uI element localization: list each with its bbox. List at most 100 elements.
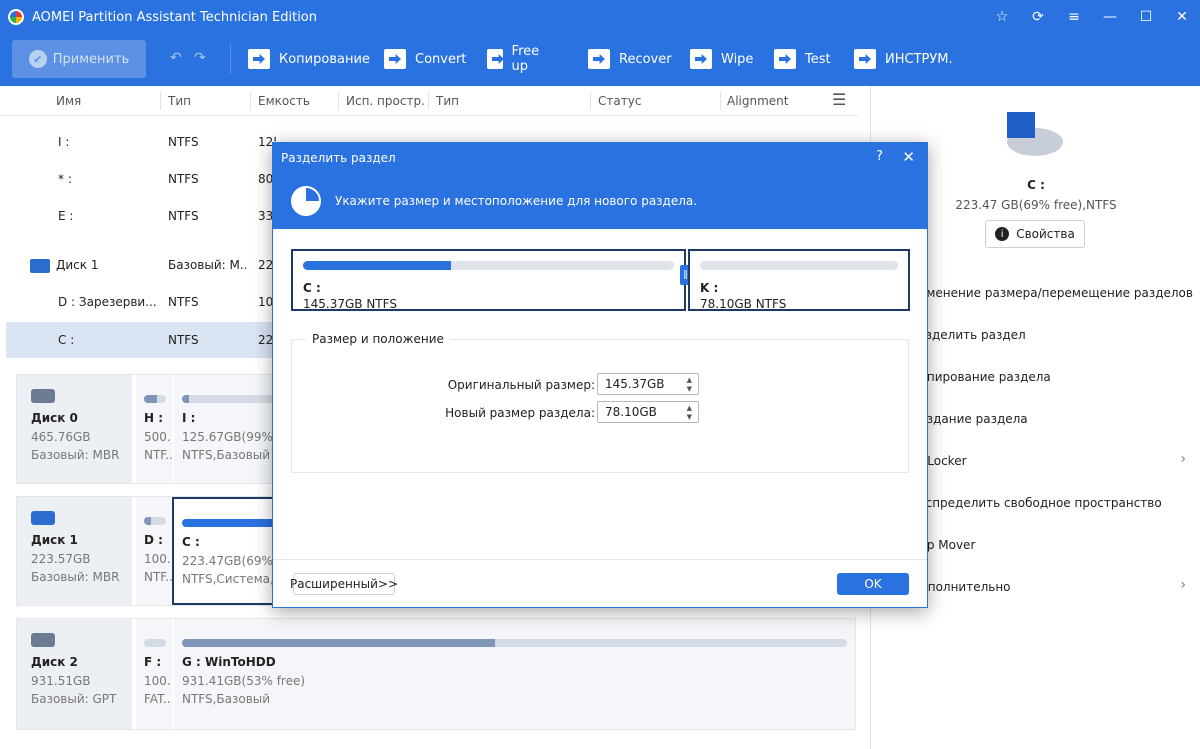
disk-name: Диск 2 bbox=[31, 655, 78, 669]
table-header: Имя Тип Емкость Исп. простр. Тип Статус … bbox=[0, 86, 858, 116]
row-type: NTFS bbox=[168, 333, 199, 347]
toolbar-test-label: Test bbox=[805, 51, 831, 67]
toolbar-tools-label: ИНСТРУМ. bbox=[885, 51, 953, 67]
help-icon[interactable]: ? bbox=[876, 149, 883, 164]
row-type: NTFS bbox=[168, 209, 199, 223]
usage-fill bbox=[144, 517, 151, 525]
undo-icon[interactable]: ↶ bbox=[170, 50, 182, 66]
recover-icon bbox=[588, 49, 610, 69]
menu-icon[interactable]: ≡ bbox=[1056, 0, 1092, 34]
split-partition-dialog: Разделить раздел ? ✕ Укажите размер и ме… bbox=[272, 142, 928, 608]
disk-type: Базовый: MBR bbox=[31, 570, 120, 584]
redo-icon[interactable]: ↷ bbox=[194, 50, 206, 66]
star-icon[interactable]: ☆ bbox=[984, 0, 1020, 34]
original-size-stepper[interactable]: 145.37GB ▲ ▼ bbox=[597, 373, 699, 395]
col-divider bbox=[160, 92, 161, 110]
windows-logo-icon bbox=[1007, 112, 1035, 138]
new-size-label: Новый размер раздела: bbox=[445, 406, 595, 420]
refresh-icon[interactable]: ⟳ bbox=[1020, 0, 1056, 34]
toolbar-free-up[interactable]: Free up bbox=[487, 38, 546, 80]
toolbar-wipe[interactable]: Wipe bbox=[690, 38, 753, 80]
stepper-down-icon[interactable]: ▼ bbox=[687, 413, 692, 421]
partition-name: F : bbox=[144, 655, 162, 669]
usage-fill bbox=[303, 261, 452, 270]
stepper-down-icon[interactable]: ▼ bbox=[687, 385, 692, 393]
new-size-stepper[interactable]: 78.10GB ▲ ▼ bbox=[597, 401, 699, 423]
partition-k-box[interactable]: K : 78.10GB NTFS bbox=[688, 249, 910, 311]
op-create[interactable]: Создание раздела bbox=[911, 412, 1028, 426]
col-used[interactable]: Исп. простр. bbox=[346, 94, 425, 108]
copy-icon bbox=[248, 49, 270, 69]
row-type: NTFS bbox=[168, 172, 199, 186]
partition-block[interactable]: H : 500... NTF... bbox=[134, 375, 172, 483]
wipe-icon bbox=[690, 49, 712, 69]
toolbar-tools[interactable]: ИНСТРУМ. bbox=[854, 38, 953, 80]
partition-block[interactable]: G : WinToHDD 931.41GB(53% free) NTFS,Баз… bbox=[172, 619, 855, 729]
properties-button[interactable]: i Свойства bbox=[985, 220, 1085, 248]
partition-size: 100... bbox=[144, 674, 172, 688]
convert-icon bbox=[384, 49, 406, 69]
op-split[interactable]: Разделить раздел bbox=[911, 328, 1026, 342]
toolbar-convert-label: Convert bbox=[415, 51, 467, 67]
stepper-up-icon[interactable]: ▲ bbox=[687, 404, 692, 412]
row-type: NTFS bbox=[168, 135, 199, 149]
usage-fill bbox=[182, 639, 495, 647]
partition-name: D : bbox=[144, 533, 163, 547]
partition-block[interactable]: F : 100... FAT... bbox=[134, 619, 172, 729]
disk-name: Диск 1 bbox=[31, 533, 78, 547]
toolbar-divider bbox=[230, 44, 231, 74]
usage-bar bbox=[144, 517, 166, 525]
partition-c-box[interactable]: C : 145.37GB NTFS bbox=[291, 249, 686, 311]
col-alignment[interactable]: Alignment bbox=[727, 94, 788, 108]
row-name: * : bbox=[58, 172, 72, 186]
col-ptype[interactable]: Тип bbox=[436, 94, 459, 108]
stepper-up-icon[interactable]: ▲ bbox=[687, 376, 692, 384]
chevron-right-icon[interactable]: › bbox=[1180, 451, 1186, 467]
row-capacity: 33 bbox=[258, 209, 274, 223]
col-name[interactable]: Имя bbox=[56, 94, 81, 108]
usage-fill bbox=[182, 395, 189, 403]
apply-label: Применить bbox=[52, 51, 130, 67]
close-window-icon[interactable]: ✕ bbox=[1164, 0, 1200, 34]
col-capacity[interactable]: Емкость bbox=[258, 94, 310, 108]
row-name: E : bbox=[58, 209, 74, 223]
usage-fill bbox=[144, 395, 158, 403]
op-copy[interactable]: Копирование раздела bbox=[911, 370, 1051, 384]
maximize-icon[interactable]: ☐ bbox=[1128, 0, 1164, 34]
op-resize-move[interactable]: Изменение размера/перемещение разделов bbox=[911, 286, 1193, 300]
partition-name: K : bbox=[700, 281, 719, 295]
col-type[interactable]: Тип bbox=[168, 94, 191, 108]
hdd-icon bbox=[31, 389, 55, 403]
col-status[interactable]: Статус bbox=[598, 94, 641, 108]
usage-bar bbox=[144, 395, 166, 403]
toolbar-wipe-label: Wipe bbox=[721, 51, 754, 67]
size-position-group: Размер и положение Оригинальный размер: … bbox=[291, 332, 909, 473]
row-capacity: 22 bbox=[258, 258, 274, 272]
columns-menu-icon[interactable]: ☰ bbox=[832, 90, 846, 109]
toolbar-recover[interactable]: Recover bbox=[588, 38, 672, 80]
dialog-banner: Укажите размер и местоположение для ново… bbox=[273, 173, 927, 229]
partition-block[interactable]: D : 100... NTF... bbox=[134, 497, 172, 605]
row-capacity: 80 bbox=[258, 172, 274, 186]
toolbar-test[interactable]: Test bbox=[774, 38, 831, 80]
close-icon[interactable]: ✕ bbox=[902, 148, 915, 166]
disk-size: 931.51GB bbox=[31, 674, 91, 688]
ok-button[interactable]: OK bbox=[837, 573, 909, 595]
toolbar-convert[interactable]: Convert bbox=[384, 38, 466, 80]
usage-bar bbox=[303, 261, 674, 270]
apply-button[interactable]: ✔ Применить bbox=[12, 40, 146, 78]
disk-info: Диск 1 223.57GB Базовый: MBR bbox=[17, 497, 132, 605]
minimize-icon[interactable]: — bbox=[1092, 0, 1128, 34]
partition-size: 931.41GB(53% free) bbox=[182, 674, 306, 688]
advanced-button[interactable]: Расширенный>> bbox=[290, 573, 398, 595]
partition-fs: FAT... bbox=[144, 692, 172, 706]
row-name: C : bbox=[58, 333, 75, 347]
op-allocate-free-space[interactable]: Распределить свободное пространство bbox=[911, 496, 1162, 510]
toolbar-copy[interactable]: Копирование bbox=[248, 38, 370, 80]
row-capacity: 22 bbox=[258, 333, 274, 347]
row-name: Диск 1 bbox=[30, 258, 98, 273]
disk-card-2[interactable]: Диск 2 931.51GB Базовый: GPT F : 100... … bbox=[16, 618, 856, 730]
disk-icon bbox=[30, 258, 50, 273]
partition-size: 145.37GB NTFS bbox=[303, 297, 397, 311]
chevron-right-icon[interactable]: › bbox=[1180, 577, 1186, 593]
